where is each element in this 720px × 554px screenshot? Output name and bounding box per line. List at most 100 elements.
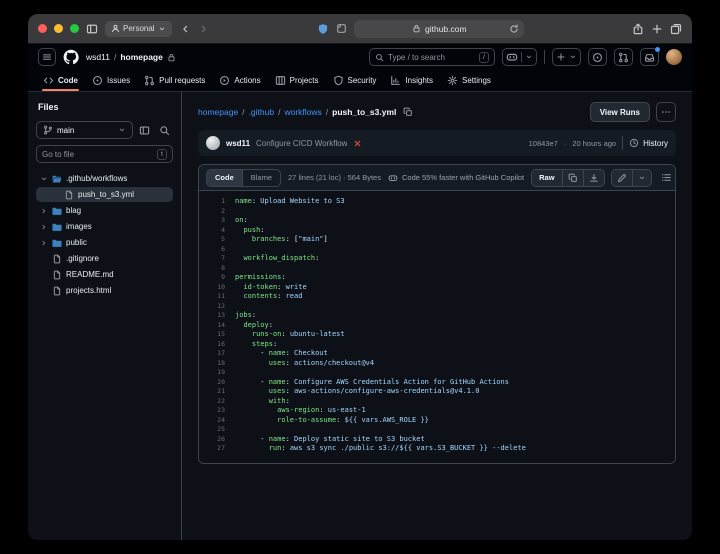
close-window-button[interactable] (38, 24, 47, 33)
line-number[interactable]: 5 (199, 235, 235, 245)
breadcrumb-link[interactable]: .github (249, 107, 275, 117)
edit-file-button[interactable] (611, 169, 633, 187)
line-number[interactable]: 10 (199, 283, 235, 293)
issues-dashboard-button[interactable] (588, 48, 607, 66)
line-number[interactable]: 21 (199, 387, 235, 397)
tab-issues[interactable]: Issues (85, 70, 137, 91)
line-number[interactable]: 23 (199, 406, 235, 416)
line-number[interactable]: 11 (199, 292, 235, 302)
copy-raw-button[interactable] (563, 169, 584, 187)
privacy-shield-icon[interactable] (317, 23, 329, 35)
line-number[interactable]: 27 (199, 444, 235, 454)
create-new-button[interactable] (552, 48, 581, 66)
tab-insights[interactable]: Insights (383, 70, 440, 91)
line-number[interactable]: 26 (199, 435, 235, 445)
branch-selector[interactable]: main (36, 121, 133, 139)
commit-author[interactable]: wsd11 (226, 139, 250, 148)
breadcrumb-repo[interactable]: homepage (120, 52, 163, 62)
line-number[interactable]: 8 (199, 264, 235, 274)
chevron-right-icon[interactable] (40, 223, 48, 231)
line-number[interactable]: 3 (199, 216, 235, 226)
raw-button[interactable]: Raw (531, 169, 562, 187)
chevron-right-icon[interactable] (40, 239, 48, 247)
profile-switcher[interactable]: Personal (105, 21, 172, 37)
tab-code[interactable]: Code (36, 70, 85, 91)
line-number[interactable]: 18 (199, 359, 235, 369)
new-tab-icon[interactable] (651, 23, 663, 35)
github-logo-icon[interactable] (63, 49, 79, 65)
tree-item-blag[interactable]: blag (36, 203, 173, 218)
minimize-window-button[interactable] (54, 24, 63, 33)
file-view-panel: homepage / .github / workflows / push_to… (182, 92, 692, 540)
line-number[interactable]: 20 (199, 378, 235, 388)
tree-item-push-to-s3-yml[interactable]: push_to_s3.yml (36, 187, 173, 202)
global-nav-menu-button[interactable] (38, 48, 56, 66)
edit-options-button[interactable] (633, 169, 652, 187)
extension-icon[interactable] (336, 23, 347, 34)
line-number[interactable]: 6 (199, 245, 235, 255)
line-number[interactable]: 15 (199, 330, 235, 340)
tab-overview-icon[interactable] (670, 23, 682, 35)
browser-sidebar-icon[interactable] (86, 23, 98, 35)
symbols-panel-button[interactable] (658, 169, 675, 187)
go-to-file-input[interactable]: Go to file t (36, 145, 173, 163)
more-options-button[interactable] (656, 102, 676, 122)
commit-hash[interactable]: 10843e7 (529, 139, 558, 148)
tab-projects[interactable]: Projects (268, 70, 326, 91)
commit-author-avatar[interactable] (206, 136, 220, 150)
search-this-repo-button[interactable] (156, 122, 173, 139)
tab-pull-requests[interactable]: Pull requests (137, 70, 212, 91)
history-button[interactable]: History (629, 138, 668, 148)
line-number[interactable]: 25 (199, 425, 235, 435)
address-bar[interactable]: github.com (354, 20, 524, 38)
download-button[interactable] (584, 169, 605, 187)
line-number[interactable]: 14 (199, 321, 235, 331)
tab-actions[interactable]: Actions (212, 70, 267, 91)
back-button[interactable] (179, 23, 191, 35)
line-number[interactable]: 24 (199, 416, 235, 426)
copilot-banner[interactable]: Code 55% faster with GitHub Copilot (388, 173, 524, 183)
tree-item--gitignore[interactable]: .gitignore (36, 251, 173, 266)
blame-tab[interactable]: Blame (242, 170, 280, 186)
tab-security[interactable]: Security (326, 70, 384, 91)
user-avatar[interactable] (666, 49, 682, 65)
share-icon[interactable] (632, 23, 644, 35)
refresh-icon[interactable] (509, 24, 519, 34)
breadcrumb-link[interactable]: homepage (198, 107, 238, 117)
line-number[interactable]: 17 (199, 349, 235, 359)
line-number[interactable]: 1 (199, 197, 235, 207)
search-input[interactable]: Type / to search / (369, 48, 495, 66)
line-number[interactable]: 16 (199, 340, 235, 350)
tree-item-public[interactable]: public (36, 235, 173, 250)
line-number[interactable]: 9 (199, 273, 235, 283)
view-runs-button[interactable]: View Runs (590, 102, 650, 122)
tab-label: Projects (290, 76, 319, 85)
chevron-down-icon (569, 53, 577, 61)
tab-settings[interactable]: Settings (440, 70, 498, 91)
tree-item--github-workflows[interactable]: .github/workflows (36, 171, 173, 186)
breadcrumb-link[interactable]: workflows (284, 107, 321, 117)
line-number[interactable]: 22 (199, 397, 235, 407)
commit-message[interactable]: Configure CICD Workflow (256, 139, 347, 148)
tree-item-readme-md[interactable]: README.md (36, 267, 173, 282)
code-tab[interactable]: Code (207, 170, 242, 186)
collapse-file-tree-button[interactable] (136, 122, 153, 139)
tree-item-projects-html[interactable]: projects.html (36, 283, 173, 298)
line-number[interactable]: 2 (199, 207, 235, 217)
chevron-right-icon[interactable] (40, 207, 48, 215)
forward-button[interactable] (198, 23, 210, 35)
zoom-window-button[interactable] (70, 24, 79, 33)
breadcrumb-owner[interactable]: wsd11 (86, 52, 110, 62)
tree-item-images[interactable]: images (36, 219, 173, 234)
copy-path-icon[interactable] (403, 107, 413, 117)
notifications-inbox-button[interactable] (640, 48, 659, 66)
line-number[interactable]: 12 (199, 302, 235, 312)
line-number[interactable]: 4 (199, 226, 235, 236)
chevron-down-icon[interactable] (40, 175, 48, 183)
pull-requests-dashboard-button[interactable] (614, 48, 633, 66)
failed-check-x-icon[interactable] (353, 139, 362, 148)
line-number[interactable]: 19 (199, 368, 235, 378)
copilot-menu-button[interactable] (502, 48, 537, 66)
line-number[interactable]: 7 (199, 254, 235, 264)
line-number[interactable]: 13 (199, 311, 235, 321)
